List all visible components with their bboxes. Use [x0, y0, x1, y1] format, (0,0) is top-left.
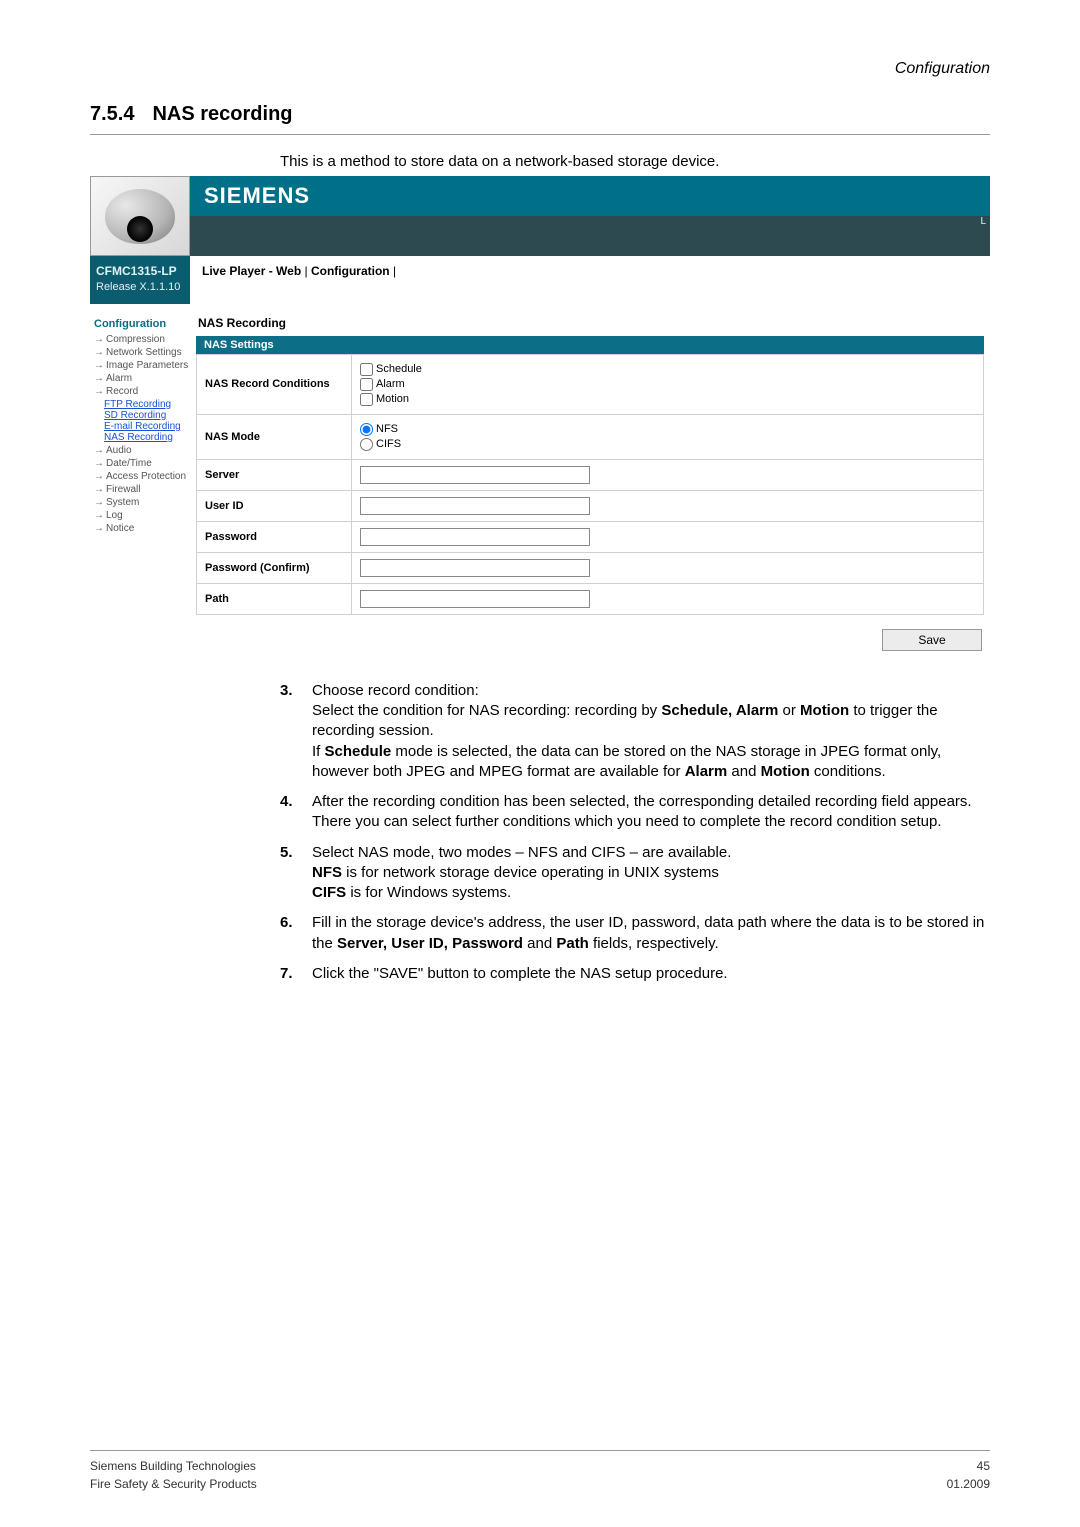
breadcrumb-sep2: | [393, 264, 396, 278]
step-7-num: 7. [280, 964, 312, 984]
step-3-num: 3. [280, 681, 312, 782]
content-title: NAS Recording [198, 316, 984, 330]
sidebar-item-record[interactable]: Record [94, 386, 188, 397]
doc-header-right: Configuration [90, 60, 990, 78]
intro-text: This is a method to store data on a netw… [280, 153, 990, 170]
sidebar-item-network[interactable]: Network Settings [94, 347, 188, 358]
save-button[interactable]: Save [882, 629, 982, 651]
label-cifs: CIFS [376, 438, 401, 450]
label-schedule: Schedule [376, 363, 422, 375]
sidebar: Configuration Compression Network Settin… [90, 304, 190, 661]
label-password: Password [197, 521, 352, 552]
section-heading: 7.5.4 NAS recording [90, 103, 990, 135]
brand-bar: SIEMENS [190, 176, 990, 216]
instructions: 3. Choose record condition: Select the c… [280, 681, 990, 984]
sidebar-item-datetime[interactable]: Date/Time [94, 458, 188, 469]
sidebar-title: Configuration [94, 318, 188, 330]
step-5-num: 5. [280, 843, 312, 904]
breadcrumb: Live Player - Web | Configuration | [190, 256, 990, 304]
footer-page: 45 [947, 1457, 990, 1475]
label-path: Path [197, 583, 352, 614]
radio-cifs[interactable] [360, 438, 373, 451]
breadcrumb-config[interactable]: Configuration [311, 264, 390, 278]
checkbox-motion[interactable] [360, 393, 373, 406]
step-7-body: Click the "SAVE" button to complete the … [312, 964, 990, 984]
sidebar-sub-ftp[interactable]: FTP Recording [104, 399, 188, 410]
footer: Siemens Building Technologies Fire Safet… [90, 1450, 990, 1493]
sidebar-item-image-params[interactable]: Image Parameters [94, 360, 188, 371]
label-userid: User ID [197, 490, 352, 521]
step-6-body: Fill in the storage device's address, th… [312, 913, 990, 954]
input-password[interactable] [360, 528, 590, 546]
sidebar-item-system[interactable]: System [94, 497, 188, 508]
label-alarm: Alarm [376, 378, 405, 390]
step-3-body: Choose record condition: Select the cond… [312, 681, 990, 782]
input-userid[interactable] [360, 497, 590, 515]
content-area: NAS Recording NAS Settings NAS Record Co… [190, 304, 990, 661]
model-box: CFMC1315-LP Release X.1.1.10 [90, 256, 190, 304]
camera-thumbnail [90, 176, 190, 256]
input-path[interactable] [360, 590, 590, 608]
sidebar-sub-nas[interactable]: NAS Recording [104, 432, 188, 443]
dark-strip: L [190, 216, 990, 256]
checkbox-schedule[interactable] [360, 363, 373, 376]
step-5-body: Select NAS mode, two modes – NFS and CIF… [312, 843, 990, 904]
sidebar-item-alarm[interactable]: Alarm [94, 373, 188, 384]
sidebar-sub-email[interactable]: E-mail Recording [104, 421, 188, 432]
radio-nfs[interactable] [360, 423, 373, 436]
model-release: Release X.1.1.10 [96, 280, 184, 294]
section-title: NAS recording [152, 103, 292, 125]
label-record-conditions: NAS Record Conditions [197, 354, 352, 414]
breadcrumb-live[interactable]: Live Player - Web [202, 264, 301, 278]
footer-line2: Fire Safety & Security Products [90, 1475, 257, 1493]
sidebar-sub-sd[interactable]: SD Recording [104, 410, 188, 421]
breadcrumb-sep: | [305, 264, 308, 278]
model-name: CFMC1315-LP [96, 264, 184, 280]
step-4-body: After the recording condition has been s… [312, 792, 990, 833]
label-nfs: NFS [376, 423, 398, 435]
sidebar-item-access[interactable]: Access Protection [94, 471, 188, 482]
input-password-confirm[interactable] [360, 559, 590, 577]
checkbox-alarm[interactable] [360, 378, 373, 391]
section-number: 7.5.4 [90, 103, 134, 125]
label-nas-mode: NAS Mode [197, 414, 352, 459]
nas-settings-bar: NAS Settings [196, 336, 984, 354]
label-motion: Motion [376, 393, 409, 405]
label-password-confirm: Password (Confirm) [197, 552, 352, 583]
settings-table: NAS Record Conditions Schedule Alarm Mot… [196, 354, 984, 615]
sidebar-item-firewall[interactable]: Firewall [94, 484, 188, 495]
sidebar-item-log[interactable]: Log [94, 510, 188, 521]
step-6-num: 6. [280, 913, 312, 954]
sidebar-item-notice[interactable]: Notice [94, 523, 188, 534]
step-4-num: 4. [280, 792, 312, 833]
label-server: Server [197, 459, 352, 490]
input-server[interactable] [360, 466, 590, 484]
footer-line1: Siemens Building Technologies [90, 1457, 257, 1475]
footer-date: 01.2009 [947, 1475, 990, 1493]
sidebar-item-audio[interactable]: Audio [94, 445, 188, 456]
app-screenshot: SIEMENS L CFMC1315-LP Release X.1.1.10 L… [90, 176, 990, 661]
sidebar-item-compression[interactable]: Compression [94, 334, 188, 345]
